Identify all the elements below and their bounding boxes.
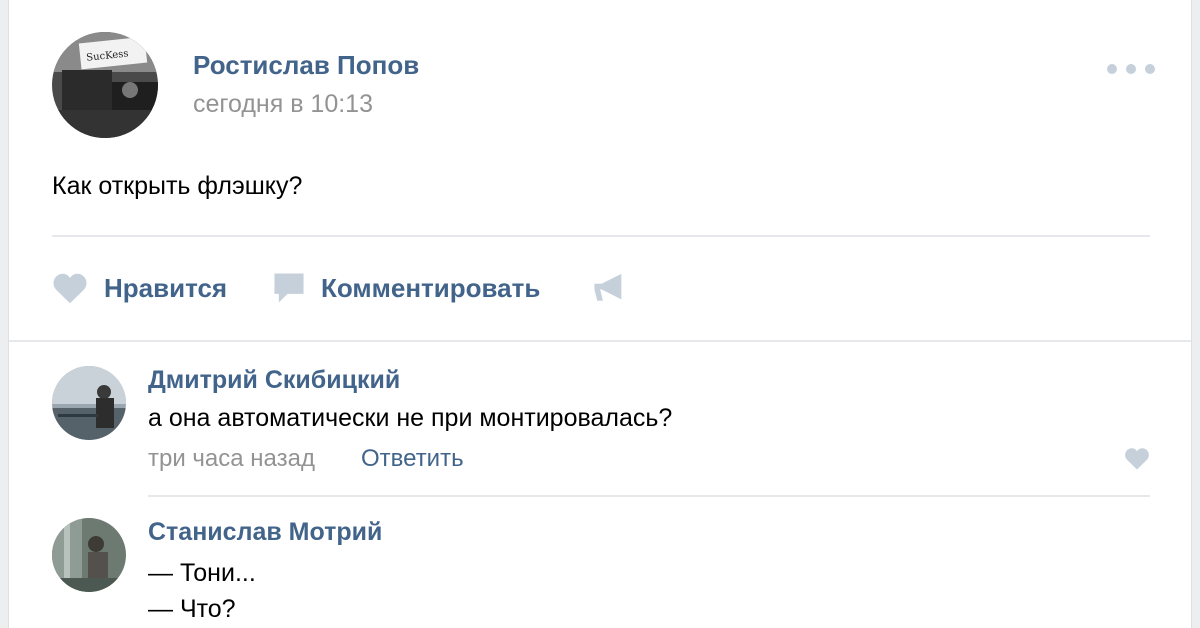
- section-separator: [9, 340, 1191, 342]
- like-button[interactable]: Нравится: [52, 268, 227, 308]
- post-card: SucKess Ростислав Попов сегодня в 10:13 …: [8, 0, 1192, 628]
- comment-author-name[interactable]: Дмитрий Скибицкий: [148, 366, 400, 395]
- commenter-avatar-image: [52, 366, 126, 440]
- commenter-avatar-image: [52, 518, 126, 592]
- comment-label: Комментировать: [321, 272, 541, 303]
- commenter-avatar[interactable]: [52, 518, 126, 592]
- comment-button[interactable]: Комментировать: [273, 268, 540, 308]
- comment-text: а она автоматически не при монтировалась…: [148, 404, 673, 432]
- megaphone-icon: [594, 273, 622, 301]
- comment-timestamp[interactable]: три часа назад: [148, 445, 315, 473]
- more-dot-icon: [1126, 64, 1136, 74]
- divider: [148, 495, 1150, 497]
- more-options-button[interactable]: [1107, 58, 1155, 80]
- share-button[interactable]: [593, 268, 627, 308]
- comment-text-line: — Что?: [148, 595, 236, 623]
- post-text: Как открыть флэшку?: [52, 172, 303, 200]
- author-avatar-image: SucKess: [52, 32, 158, 138]
- comment-author-name[interactable]: Станислав Мотрий: [148, 518, 382, 547]
- post-timestamp[interactable]: сегодня в 10:13: [193, 90, 373, 119]
- reply-button[interactable]: Ответить: [361, 445, 464, 473]
- post-author-name[interactable]: Ростислав Попов: [193, 50, 419, 81]
- heart-icon: [1125, 448, 1149, 470]
- more-dot-icon: [1107, 64, 1117, 74]
- comment-like-button[interactable]: [1124, 447, 1150, 475]
- heart-icon: [53, 273, 87, 304]
- commenter-avatar[interactable]: [52, 366, 126, 440]
- comment-text-line: — Тони...: [148, 559, 256, 587]
- author-avatar[interactable]: SucKess: [52, 32, 158, 138]
- divider: [52, 235, 1150, 237]
- more-dot-icon: [1145, 64, 1155, 74]
- like-label: Нравится: [104, 272, 228, 303]
- speech-bubble-icon: [274, 273, 304, 303]
